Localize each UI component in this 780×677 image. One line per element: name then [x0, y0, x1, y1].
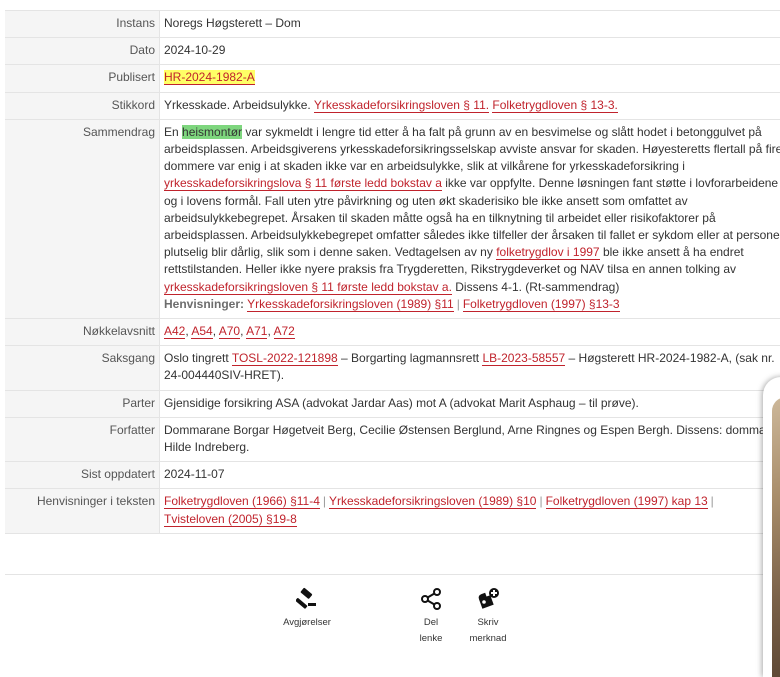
henvisninger-label: Henvisninger: — [164, 297, 244, 311]
share-icon — [420, 587, 442, 611]
overlay-photo-card[interactable] — [763, 377, 780, 677]
row-saksgang: Saksgang Oslo tingrett TOSL-2022-121898 … — [5, 346, 780, 390]
publisert-link[interactable]: HR-2024-1982-A — [164, 70, 255, 85]
row-forfatter: Forfatter Dommarane Borgar Høgetveit Ber… — [5, 417, 780, 461]
henvisning-tekst-link[interactable]: Tvisteloven (2005) §19-8 — [164, 512, 297, 527]
stikkord-link-yrkesskade[interactable]: Yrkesskadeforsikringsloven § 11. — [314, 98, 489, 113]
overlay-photo — [772, 397, 780, 677]
avsnitt-link[interactable]: A71 — [246, 324, 267, 339]
sammendrag-text: En heismontør var sykmeldt i lengre tid … — [160, 119, 780, 318]
henvisning-link-1[interactable]: Yrkesskadeforsikringsloven (1989) §11 — [247, 297, 454, 312]
label-stikkord: Stikkord — [5, 92, 160, 119]
label-dato: Dato — [5, 38, 160, 65]
value-forfatter: Dommarane Borgar Høgetveit Berg, Cecilie… — [160, 417, 780, 461]
label-sammendrag: Sammendrag — [5, 119, 160, 318]
del-lenke-button[interactable]: Del lenke — [415, 587, 447, 647]
merknad-label: merknad — [470, 633, 507, 644]
separator: | — [539, 494, 542, 508]
separator: | — [323, 494, 326, 508]
separator: | — [457, 297, 460, 311]
metadata-table: Instans Noregs Høgsterett – Dom Dato 202… — [5, 10, 780, 534]
label-sist-oppdatert: Sist oppdatert — [5, 462, 160, 489]
label-henvisninger-i-teksten: Henvisninger i teksten — [5, 489, 160, 533]
avgjorelser-label: Avgjørelser — [283, 617, 331, 628]
sammendrag-link-yrkesskadeforsikringslova[interactable]: yrkesskadeforsikringslova § 11 første le… — [164, 176, 442, 191]
stikkord-text: Yrkesskade. Arbeidsulykke. — [164, 98, 311, 112]
value-instans: Noregs Høgsterett – Dom — [160, 11, 780, 38]
row-nokkelavsnitt: Nøkkelavsnitt A42, A54, A70, A71, A72 — [5, 319, 780, 346]
saksgang-part: Oslo tingrett — [164, 351, 229, 365]
sammendrag-link-folketrygdlov[interactable]: folketrygdlov i 1997 — [496, 245, 599, 260]
row-parter: Parter Gjensidige forsikring ASA (advoka… — [5, 390, 780, 417]
row-instans: Instans Noregs Høgsterett – Dom — [5, 11, 780, 38]
stikkord-link-folketrygd[interactable]: Folketrygdloven § 13-3. — [492, 98, 617, 113]
row-dato: Dato 2024-10-29 — [5, 38, 780, 65]
search-highlight: heismontør — [182, 125, 242, 139]
sammendrag-part: Dissens 4-1. (Rt-sammendrag) — [455, 280, 619, 294]
label-forfatter: Forfatter — [5, 417, 160, 461]
label-parter: Parter — [5, 390, 160, 417]
row-sammendrag: Sammendrag En heismontør var sykmeldt i … — [5, 119, 780, 318]
value-dato: 2024-10-29 — [160, 38, 780, 65]
saksgang-link-lb[interactable]: LB-2023-58557 — [482, 351, 565, 366]
value-sist-oppdatert: 2024-11-07 — [160, 462, 780, 489]
henvisning-link-2[interactable]: Folketrygdloven (1997) §13-3 — [463, 297, 620, 312]
saksgang-part: – Borgarting lagmannsrett — [341, 351, 479, 365]
del-label: Del — [424, 617, 438, 628]
henvisning-tekst-link[interactable]: Folketrygdloven (1997) kap 13 — [546, 494, 708, 509]
row-henvisninger-i-teksten: Henvisninger i teksten Folketrygdloven (… — [5, 489, 780, 533]
label-instans: Instans — [5, 11, 160, 38]
label-nokkelavsnitt: Nøkkelavsnitt — [5, 319, 160, 346]
sammendrag-part: var sykmeldt i lengre tid etter å ha fal… — [164, 125, 780, 173]
value-parter: Gjensidige forsikring ASA (advokat Jarda… — [160, 390, 780, 417]
henvisning-tekst-link[interactable]: Yrkesskadeforsikringsloven (1989) §10 — [329, 494, 536, 509]
lenke-label: lenke — [420, 633, 443, 644]
label-publisert: Publisert — [5, 65, 160, 92]
avsnitt-link[interactable]: A70 — [219, 324, 240, 339]
saksgang-link-tosl[interactable]: TOSL-2022-121898 — [232, 351, 338, 366]
skriv-merknad-button[interactable]: Skriv merknad — [465, 587, 511, 647]
gavel-icon — [296, 587, 318, 611]
row-stikkord: Stikkord Yrkesskade. Arbeidsulykke. Yrke… — [5, 92, 780, 119]
avsnitt-link[interactable]: A72 — [274, 324, 295, 339]
row-publisert: Publisert HR-2024-1982-A — [5, 65, 780, 92]
avgjorelser-button[interactable]: Avgjørelser — [267, 587, 347, 631]
label-saksgang: Saksgang — [5, 346, 160, 390]
henvisning-tekst-link[interactable]: Folketrygdloven (1966) §11-4 — [164, 494, 320, 509]
add-note-icon — [476, 587, 500, 611]
avsnitt-link[interactable]: A42 — [164, 324, 185, 339]
avsnitt-link[interactable]: A54 — [191, 324, 212, 339]
action-bar: Avgjørelser Del lenke Skriv merknad — [5, 574, 780, 667]
row-sist-oppdatert: Sist oppdatert 2024-11-07 — [5, 462, 780, 489]
separator: | — [711, 494, 714, 508]
sammendrag-link-yrkesskadeforsikringsloven[interactable]: yrkesskadeforsikringsloven § 11 første l… — [164, 280, 452, 295]
sammendrag-part: En — [164, 125, 179, 139]
skriv-label: Skriv — [477, 617, 498, 628]
